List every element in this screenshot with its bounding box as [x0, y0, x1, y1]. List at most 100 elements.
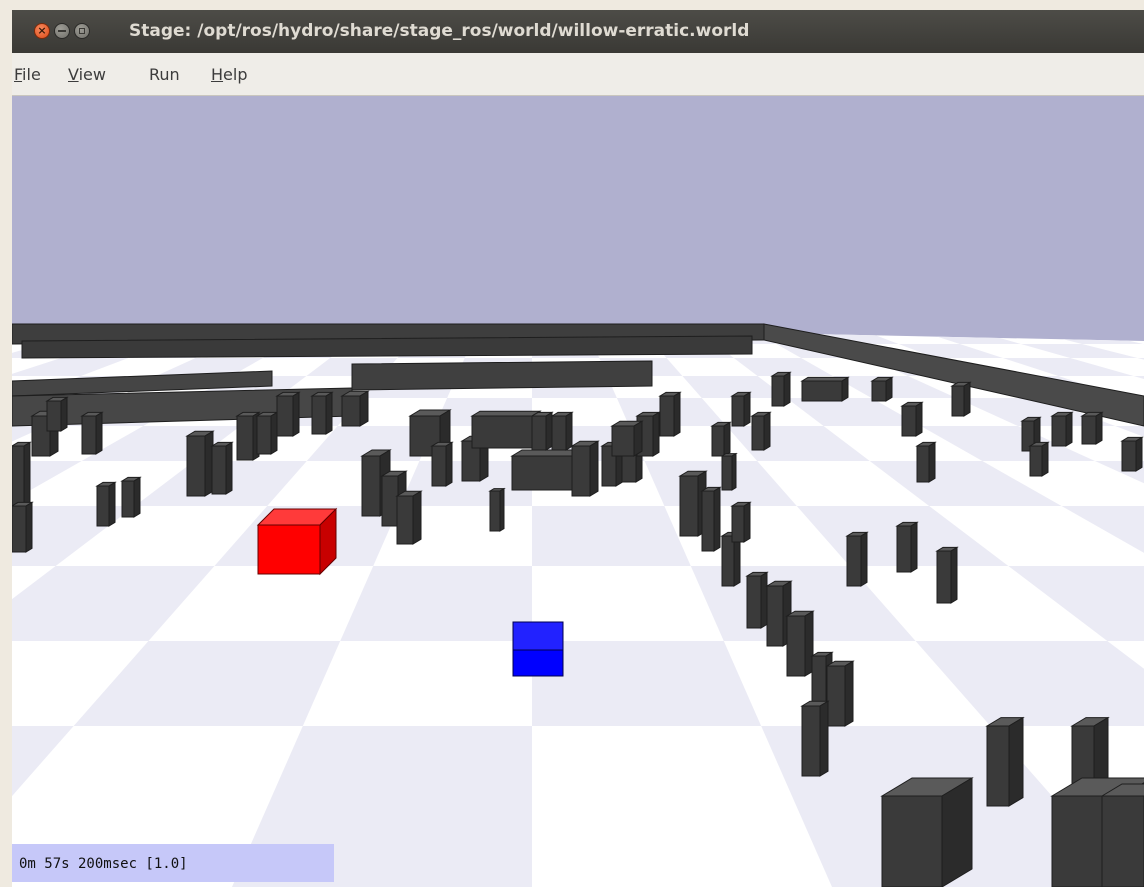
obstacle [770, 371, 792, 407]
obstacle-front [571, 445, 591, 497]
menu-run[interactable]: Run [149, 65, 180, 84]
obstacle-front [916, 445, 930, 483]
obstacle-side [941, 777, 973, 887]
obstacle-front [1081, 415, 1097, 445]
obstacle-side [25, 501, 33, 553]
obstacle [900, 401, 924, 437]
stage-window: × Stage: /opt/ros/hydro/share/stage_ros/… [12, 10, 1144, 887]
blue-robot-front [512, 649, 564, 677]
menu-file[interactable]: File [14, 65, 41, 84]
obstacle-front [801, 380, 843, 402]
obstacle-front [871, 380, 887, 402]
obstacle-front [901, 405, 917, 437]
obstacle [340, 390, 370, 427]
obstacle-front [12, 505, 27, 553]
obstacle-side [928, 441, 936, 483]
obstacle-side [545, 411, 553, 451]
obstacle-front [659, 395, 675, 437]
obstacle [570, 440, 600, 497]
obstacle [275, 391, 301, 437]
obstacle [845, 531, 869, 587]
obstacle-front [766, 585, 784, 647]
obstacle-side [731, 452, 737, 491]
obstacle-front [846, 535, 862, 587]
obstacle-front [701, 490, 715, 552]
obstacle-front [471, 415, 533, 449]
wall-segment [351, 360, 653, 391]
obstacle-front [811, 655, 827, 707]
close-icon[interactable]: × [34, 23, 50, 39]
obstacle [750, 411, 772, 451]
obstacle-side [95, 411, 103, 455]
obstacle [870, 376, 894, 402]
obstacle-front [1101, 795, 1144, 887]
obstacle [720, 452, 738, 491]
obstacle [95, 481, 117, 527]
obstacle-side [723, 421, 731, 457]
obstacle-front [826, 665, 846, 727]
obstacle [880, 777, 974, 887]
obstacle-side [60, 396, 68, 432]
obstacle [255, 411, 279, 455]
floor-tile [340, 566, 532, 641]
obstacle-side [589, 440, 599, 497]
obstacle-side [1008, 716, 1024, 807]
obstacle-front [531, 415, 547, 451]
menu-help-mnemonic: H [211, 65, 224, 84]
minimize-icon[interactable] [54, 23, 70, 39]
obstacle-side [819, 700, 829, 777]
obstacle [825, 660, 855, 727]
obstacle [210, 441, 234, 495]
obstacle-side [673, 391, 681, 437]
obstacle-front [679, 475, 699, 537]
obstacle-front [489, 490, 501, 532]
obstacle [915, 441, 937, 483]
obstacle-side [950, 546, 958, 604]
obstacle-front [256, 415, 272, 455]
obstacle [1100, 783, 1144, 887]
obstacle-side [633, 420, 643, 457]
obstacle-front [731, 505, 745, 543]
3d-viewport[interactable] [12, 96, 1144, 887]
obstacle-side [652, 411, 660, 457]
obstacle-side [499, 487, 505, 532]
obstacle-front [881, 795, 943, 887]
obstacle-side [910, 521, 918, 573]
obstacle [1120, 436, 1144, 472]
obstacle [395, 490, 423, 545]
obstacle-side [270, 411, 278, 455]
obstacle [800, 376, 850, 402]
obstacle-front [746, 575, 762, 629]
obstacle-side [412, 490, 422, 545]
menu-view-mnemonic: V [68, 65, 79, 84]
obstacle-side [1065, 411, 1073, 447]
obstacle [12, 501, 34, 553]
obstacle [730, 501, 752, 543]
obstacle-front [276, 395, 294, 437]
menu-view[interactable]: View [68, 65, 106, 84]
obstacle-side [963, 381, 971, 417]
blue-robot-top [512, 621, 564, 651]
world-scene [12, 96, 1144, 887]
obstacle [12, 441, 32, 507]
obstacle-front [731, 395, 745, 427]
obstacle-front [236, 415, 254, 461]
obstacle-front [46, 400, 62, 432]
obstacle-front [186, 435, 206, 497]
menu-help[interactable]: Help [211, 65, 247, 84]
title-bar[interactable]: × Stage: /opt/ros/hydro/share/stage_ros/… [12, 10, 1144, 53]
obstacle-front [1051, 415, 1067, 447]
obstacle-side [915, 401, 923, 437]
obstacle-front [986, 725, 1010, 807]
obstacle [1050, 411, 1074, 447]
obstacle-front [1029, 445, 1043, 477]
obstacle-side [359, 390, 369, 427]
sim-time-readout: 0m 57s 200msec [1.0] [19, 856, 188, 872]
obstacle [895, 521, 919, 573]
obstacle-front [341, 395, 361, 427]
floor-tile [532, 641, 762, 726]
obstacle-front [896, 525, 912, 573]
obstacle [710, 421, 732, 457]
menu-file-mnemonic: F [14, 65, 23, 84]
maximize-icon[interactable] [74, 23, 90, 39]
